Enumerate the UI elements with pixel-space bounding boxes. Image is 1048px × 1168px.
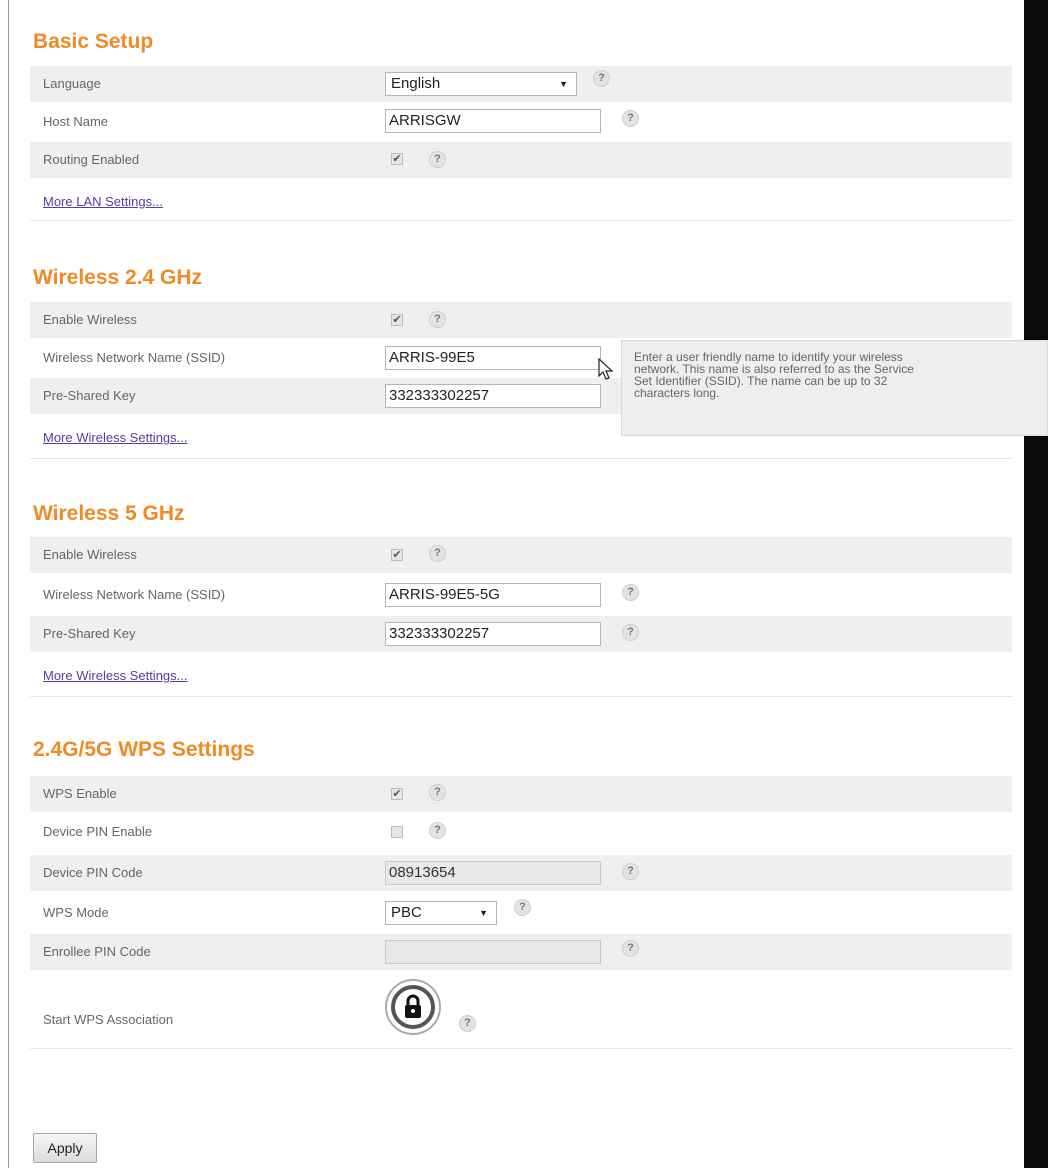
wireless-24-enable-label: Enable Wireless — [43, 312, 137, 327]
more-wireless-24-settings-link[interactable]: More Wireless Settings... — [43, 430, 188, 445]
start-wps-help-icon[interactable]: ? — [459, 1015, 476, 1032]
wireless-5-enable-row: Enable Wireless ✔ ? — [30, 537, 1012, 573]
section-divider — [30, 220, 1012, 221]
host-name-help-icon[interactable]: ? — [622, 110, 639, 127]
host-name-row: Host Name ARRISGW ? — [30, 104, 1012, 140]
enrollee-pin-help-icon[interactable]: ? — [622, 940, 639, 957]
wireless-5-title: Wireless 5 GHz — [33, 502, 185, 525]
wireless-24-ssid-input[interactable]: ARRIS-99E5 — [385, 346, 601, 370]
lock-icon — [391, 985, 435, 1029]
chevron-down-icon: ▼ — [479, 908, 488, 918]
wireless-24-psk-input[interactable]: 332333302257 — [385, 384, 601, 408]
wireless-5-psk-label: Pre-Shared Key — [43, 626, 136, 641]
host-name-label: Host Name — [43, 114, 109, 129]
wps-mode-select[interactable]: PBC ▼ — [385, 901, 497, 925]
wps-mode-label: WPS Mode — [43, 905, 109, 920]
host-name-input[interactable]: ARRISGW — [385, 109, 601, 133]
frame-left-border — [8, 0, 9, 1168]
device-pin-enable-row: Device PIN Enable ? — [30, 814, 1012, 850]
wps-start-button[interactable] — [385, 979, 441, 1035]
basic-setup-title: Basic Setup — [33, 30, 154, 53]
language-help-icon[interactable]: ? — [593, 70, 610, 87]
apply-button[interactable]: Apply — [33, 1133, 97, 1163]
wireless-5-ssid-input[interactable]: ARRIS-99E5-5G — [385, 583, 601, 607]
frame-right-scrollbar — [1024, 0, 1048, 1168]
device-pin-code-input[interactable]: 08913654 — [385, 861, 601, 885]
routing-enabled-help-icon[interactable]: ? — [429, 151, 446, 168]
wireless-24-ssid-label: Wireless Network Name (SSID) — [43, 350, 226, 365]
wireless-24-title: Wireless 2.4 GHz — [33, 266, 203, 289]
routing-enabled-row: Routing Enabled ✔ ? — [30, 142, 1012, 178]
start-wps-row: Start WPS Association ? — [30, 980, 1012, 1052]
more-wireless-5-settings-link[interactable]: More Wireless Settings... — [43, 668, 188, 683]
wireless-24-enable-row: Enable Wireless ✔ ? — [30, 302, 1012, 338]
device-pin-enable-help-icon[interactable]: ? — [429, 822, 446, 839]
ssid-help-tooltip: Enter a user friendly name to identify y… — [621, 340, 1048, 436]
device-pin-code-help-icon[interactable]: ? — [622, 863, 639, 880]
wps-enable-label: WPS Enable — [43, 786, 117, 801]
wireless-5-enable-help-icon[interactable]: ? — [429, 545, 446, 562]
enrollee-pin-input[interactable] — [385, 940, 601, 964]
wireless-5-ssid-row: Wireless Network Name (SSID) ARRIS-99E5-… — [30, 577, 1012, 613]
device-pin-code-row: Device PIN Code 08913654 ? — [30, 855, 1012, 891]
wps-mode-select-value: PBC — [391, 904, 422, 921]
device-pin-enable-label: Device PIN Enable — [43, 824, 153, 839]
wps-enable-help-icon[interactable]: ? — [429, 784, 446, 801]
chevron-down-icon: ▼ — [559, 79, 568, 89]
wps-title: 2.4G/5G WPS Settings — [33, 738, 255, 761]
language-select-value: English — [391, 75, 441, 92]
wireless-5-psk-input[interactable]: 332333302257 — [385, 622, 601, 646]
wireless-5-ssid-help-icon[interactable]: ? — [622, 584, 639, 601]
wireless-24-psk-row: Pre-Shared Key 332333302257 — [30, 378, 622, 414]
enrollee-pin-label: Enrollee PIN Code — [43, 944, 151, 959]
wireless-24-psk-label: Pre-Shared Key — [43, 388, 136, 403]
more-lan-settings-link[interactable]: More LAN Settings... — [43, 194, 163, 209]
section-divider — [30, 458, 1012, 459]
wps-enable-row: WPS Enable ✔ ? — [30, 776, 1012, 812]
tooltip-line: characters long. — [634, 386, 720, 400]
section-divider — [30, 1048, 1012, 1049]
language-row: Language English ▼ ? — [30, 66, 1012, 102]
wireless-5-ssid-label: Wireless Network Name (SSID) — [43, 587, 226, 602]
wps-mode-row: WPS Mode PBC ▼ ? — [30, 895, 1012, 931]
section-divider — [30, 696, 1012, 697]
wireless-5-enable-checkbox[interactable]: ✔ — [391, 549, 403, 561]
routing-enabled-checkbox[interactable]: ✔ — [391, 153, 403, 165]
wireless-5-enable-label: Enable Wireless — [43, 547, 137, 562]
wireless-5-psk-help-icon[interactable]: ? — [622, 624, 639, 641]
language-select[interactable]: English ▼ — [385, 72, 577, 96]
wireless-5-psk-row: Pre-Shared Key 332333302257 ? — [30, 616, 1012, 652]
wps-mode-help-icon[interactable]: ? — [514, 899, 531, 916]
mouse-cursor-icon — [598, 358, 614, 380]
device-pin-enable-checkbox[interactable] — [391, 826, 403, 838]
wireless-24-enable-help-icon[interactable]: ? — [429, 311, 446, 328]
enrollee-pin-row: Enrollee PIN Code ? — [30, 934, 1012, 970]
device-pin-code-label: Device PIN Code — [43, 865, 143, 880]
language-label: Language — [43, 76, 101, 91]
wps-enable-checkbox[interactable]: ✔ — [391, 788, 403, 800]
routing-enabled-label: Routing Enabled — [43, 152, 140, 167]
wireless-24-enable-checkbox[interactable]: ✔ — [391, 314, 403, 326]
start-wps-label: Start WPS Association — [43, 1012, 174, 1027]
